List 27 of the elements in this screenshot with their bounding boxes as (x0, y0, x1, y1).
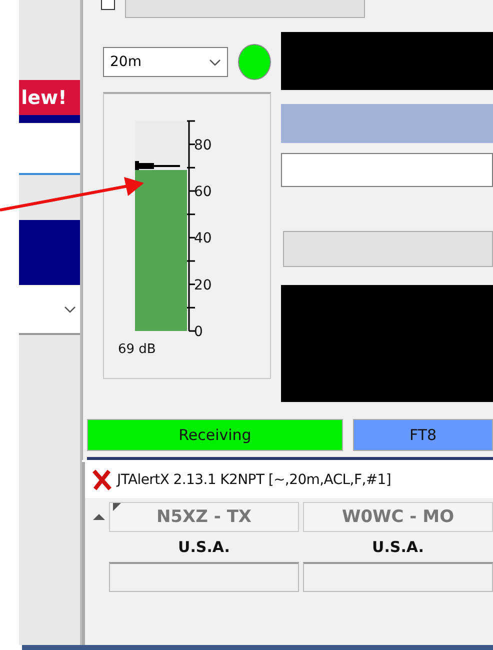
status-indicator: FT8 (353, 419, 493, 451)
scale-label: 20 (194, 277, 212, 294)
text-area (19, 123, 80, 175)
scale-label: 40 (194, 230, 212, 247)
window-title: JTAlertX 2.13.1 K2NPT [~,20m,ACL,F,#1] (117, 472, 392, 488)
header-bar (19, 220, 80, 285)
callsign-header[interactable]: N5XZ - TX (109, 502, 299, 532)
scale-label: 80 (194, 137, 212, 154)
band-dropdown[interactable]: 20m (103, 47, 228, 77)
peak-marker-icon (135, 160, 180, 170)
scale-label: 0 (194, 324, 203, 340)
new-banner: lew! (19, 80, 80, 123)
chevron-icon (64, 306, 76, 312)
corner-mark-icon (113, 503, 121, 511)
checkbox[interactable] (101, 0, 115, 10)
scale-label: 60 (194, 184, 212, 200)
sort-arrow-icon[interactable] (93, 513, 105, 520)
country-label: U.S.A. (177, 537, 231, 558)
dropdown[interactable] (19, 285, 80, 335)
country-label: U.S.A. (371, 537, 425, 558)
meter-reading: 69 dB (118, 342, 156, 357)
input-field[interactable] (281, 153, 493, 187)
status-indicator: Receiving (87, 419, 343, 451)
callsign-header[interactable]: W0WC - MO (303, 502, 493, 532)
close-icon[interactable] (91, 469, 113, 491)
chevron-icon (209, 58, 222, 66)
status-led (238, 44, 271, 80)
